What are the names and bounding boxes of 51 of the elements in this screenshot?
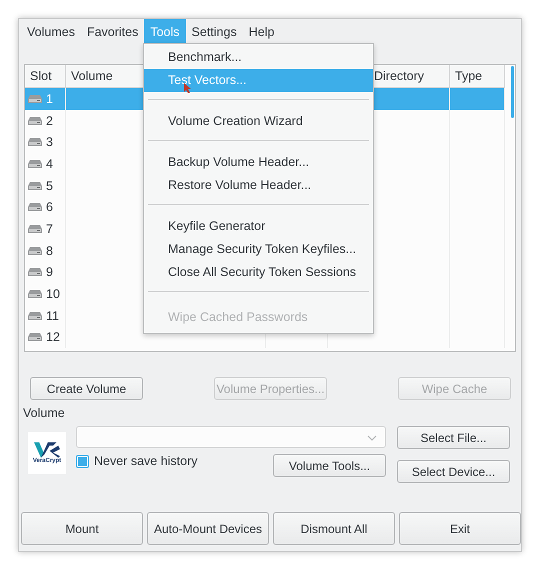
checkbox[interactable]	[76, 454, 89, 468]
slot-number: 8	[46, 244, 53, 258]
slot-number: 3	[46, 135, 53, 150]
menu-item[interactable]: Volume Creation Wizard	[144, 110, 373, 133]
drive-icon	[28, 202, 42, 212]
slot-number: 6	[46, 200, 53, 214]
select-file-button[interactable]: Select File...	[397, 426, 510, 449]
chevron-down-icon	[367, 435, 377, 441]
select-device-button[interactable]: Select Device...	[397, 460, 510, 483]
slot-number: 1	[46, 92, 53, 106]
drive-icon	[28, 246, 42, 256]
action-button[interactable]: Dismount All	[273, 512, 395, 545]
menu-item[interactable]: Manage Security Token Keyfiles...	[144, 238, 373, 261]
menu-item[interactable]: Close All Security Token Sessions	[144, 261, 373, 284]
logo-mark-icon	[34, 442, 60, 458]
action-button[interactable]: Auto-Mount Devices	[147, 512, 269, 545]
section-label: Volume	[23, 406, 66, 422]
slot-number: 12	[46, 330, 60, 344]
menu-item[interactable]: Volumes	[21, 19, 81, 45]
slot-number: 2	[46, 114, 53, 128]
drive-icon	[28, 137, 42, 148]
drive-icon	[28, 116, 42, 126]
action-button[interactable]: Exit	[399, 512, 521, 545]
menu-item[interactable]: Help	[242, 19, 280, 45]
menu-item[interactable]: Backup Volume Header...	[144, 151, 373, 174]
slot-number: 4	[46, 156, 53, 171]
checkbox-label[interactable]: Never save history	[94, 454, 198, 468]
volume-combo-box[interactable]	[76, 426, 386, 448]
drive-icon	[28, 94, 42, 104]
drive-icon	[28, 267, 42, 278]
drive-icon	[28, 289, 42, 300]
slot-number: 11	[46, 308, 59, 323]
drive-icon	[28, 332, 42, 342]
action-button[interactable]: Mount	[21, 512, 143, 545]
slot-number: 10	[46, 287, 60, 302]
slot-number: 7	[46, 222, 53, 236]
drive-icon	[28, 224, 42, 234]
slot-number: 9	[46, 265, 53, 280]
slot-number: 5	[46, 178, 53, 193]
menu-item[interactable]: Favorites	[80, 19, 144, 45]
drive-icon	[28, 310, 42, 321]
scrollbar[interactable]	[511, 66, 514, 118]
column-header[interactable]: Slot	[25, 65, 66, 88]
volume-tools-button[interactable]: Volume Tools...	[273, 454, 386, 477]
drive-icon	[28, 158, 42, 169]
column-header[interactable]: Type	[450, 65, 505, 88]
menu-item[interactable]: Settings	[186, 19, 243, 45]
cursor-icon	[184, 83, 192, 93]
drive-icon	[28, 180, 42, 191]
menu-item[interactable]: Restore Volume Header...	[144, 174, 373, 197]
action-button[interactable]: Create Volume	[30, 377, 143, 400]
